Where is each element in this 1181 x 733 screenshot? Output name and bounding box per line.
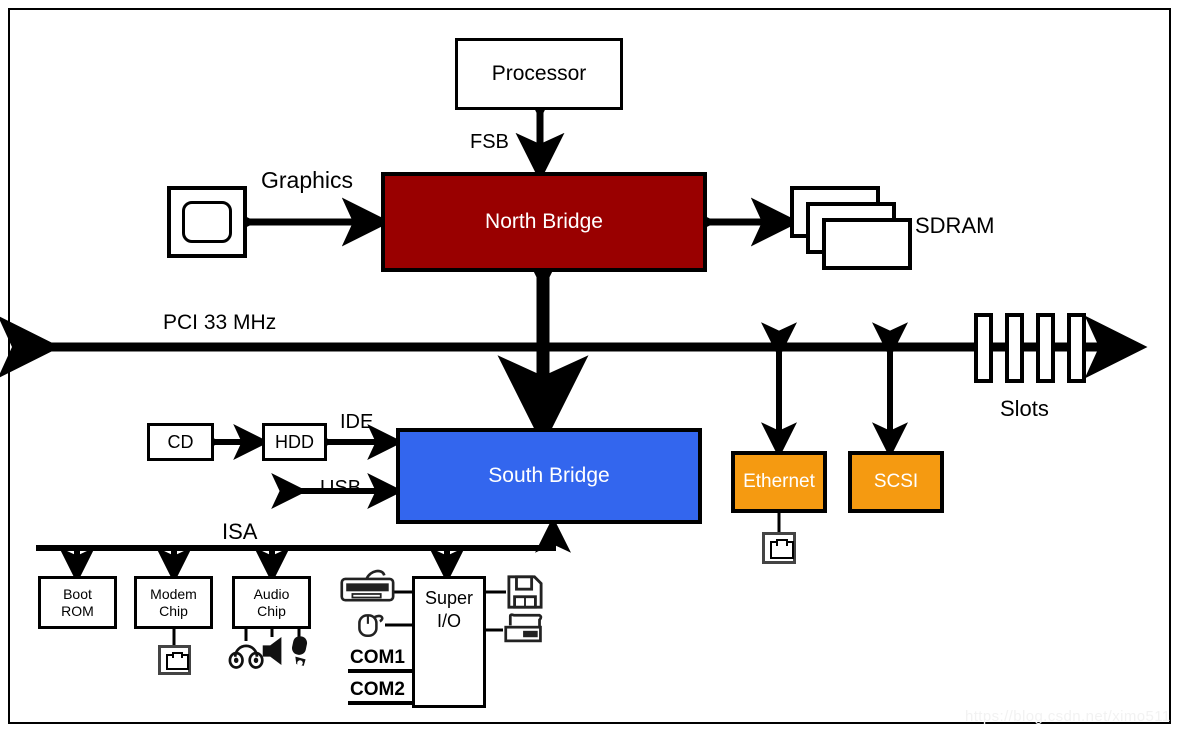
isa-bus-line bbox=[36, 516, 571, 553]
diagram-canvas: Processor North Bridge South Bridge Ethe… bbox=[0, 0, 1181, 733]
monitor-icon bbox=[167, 186, 247, 258]
sdram-stack-icon bbox=[790, 186, 912, 272]
block-cd[interactable]: CD bbox=[147, 423, 214, 461]
label-com1: COM1 bbox=[350, 647, 405, 668]
label-ide: IDE bbox=[340, 411, 374, 433]
label-sdram: SDRAM bbox=[915, 213, 995, 238]
rj11-jack-icon bbox=[158, 645, 191, 675]
label-slots: Slots bbox=[1000, 396, 1049, 421]
block-scsi-label: SCSI bbox=[873, 471, 919, 492]
block-boot-rom[interactable]: Boot ROM bbox=[38, 576, 117, 629]
block-modem-chip[interactable]: Modem Chip bbox=[134, 576, 213, 629]
mouse-icon bbox=[358, 614, 384, 638]
block-super-io[interactable]: Super I/O bbox=[412, 576, 486, 708]
floppy-disk-icon bbox=[507, 575, 543, 609]
label-usb: USB bbox=[320, 477, 362, 499]
block-south-bridge[interactable]: South Bridge bbox=[396, 428, 702, 524]
label-graphics: Graphics bbox=[261, 167, 354, 193]
microphone-icon bbox=[291, 636, 308, 666]
block-cd-label: CD bbox=[167, 431, 194, 452]
block-north-bridge-label: North Bridge bbox=[485, 210, 603, 233]
block-hdd-label: HDD bbox=[275, 431, 314, 452]
block-south-bridge-label: South Bridge bbox=[488, 464, 610, 487]
block-processor-label: Processor bbox=[491, 62, 587, 85]
label-isa: ISA bbox=[222, 519, 258, 544]
block-modem-chip-label: Modem Chip bbox=[150, 586, 197, 619]
block-boot-rom-label: Boot ROM bbox=[61, 586, 94, 619]
block-super-io-label: Super I/O bbox=[424, 588, 474, 631]
rj45-jack-icon bbox=[762, 532, 796, 564]
block-audio-chip-label: Audio Chip bbox=[253, 586, 290, 619]
pci-slots-icon bbox=[974, 313, 1086, 383]
block-north-bridge[interactable]: North Bridge bbox=[381, 172, 707, 272]
block-scsi[interactable]: SCSI bbox=[848, 451, 944, 513]
watermark: https://blog.csdn.net/ximo511 bbox=[965, 708, 1171, 725]
printer-icon bbox=[504, 613, 543, 643]
speaker-icon bbox=[262, 637, 282, 665]
keyboard-icon bbox=[340, 569, 395, 602]
block-ethernet[interactable]: Ethernet bbox=[731, 451, 827, 513]
block-processor[interactable]: Processor bbox=[455, 38, 623, 110]
label-pci: PCI 33 MHz bbox=[163, 311, 277, 334]
label-com2: COM2 bbox=[350, 679, 405, 700]
label-fsb: FSB bbox=[470, 131, 509, 153]
block-hdd[interactable]: HDD bbox=[262, 423, 327, 461]
block-audio-chip[interactable]: Audio Chip bbox=[232, 576, 311, 629]
block-ethernet-label: Ethernet bbox=[743, 471, 815, 492]
